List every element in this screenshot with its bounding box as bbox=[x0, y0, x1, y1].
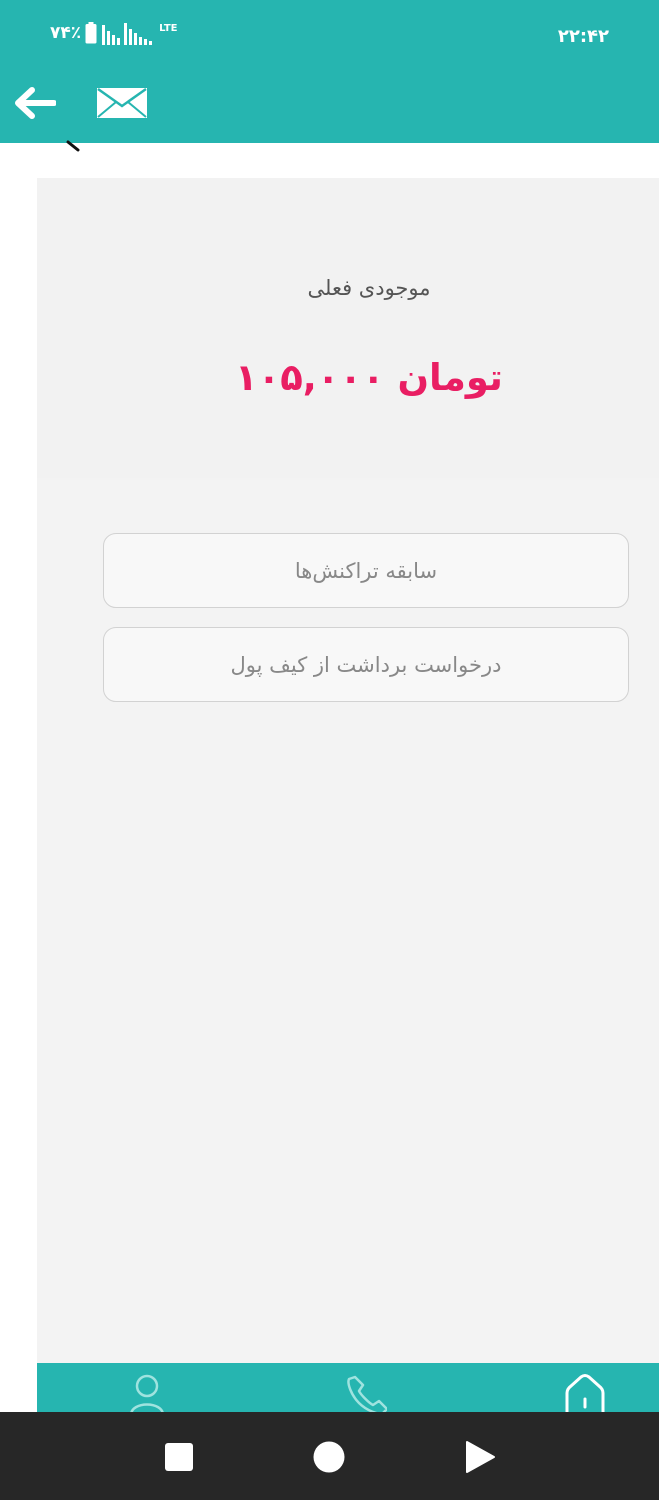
nav-calls[interactable] bbox=[343, 1373, 387, 1413]
balance-label: موجودی فعلی bbox=[307, 276, 431, 300]
status-indicators: ۷۴٪ LTE bbox=[50, 18, 178, 48]
separator-mark bbox=[66, 140, 80, 152]
home-icon bbox=[565, 1374, 605, 1413]
system-home-button[interactable] bbox=[312, 1440, 346, 1474]
network-type: LTE bbox=[159, 22, 178, 34]
wallet-panel: موجودی فعلی ۱۰۵,۰۰۰ تومان سابقه تراکنش‌ه… bbox=[37, 178, 659, 1365]
signal-icon bbox=[102, 23, 153, 45]
app-header bbox=[0, 72, 659, 143]
home-circle-icon bbox=[313, 1441, 345, 1473]
profile-icon bbox=[130, 1374, 164, 1413]
transaction-history-button[interactable]: سابقه تراکنش‌ها bbox=[103, 533, 629, 608]
recents-button[interactable] bbox=[162, 1440, 196, 1474]
recents-square-icon bbox=[165, 1443, 193, 1471]
status-bar: ۷۴٪ LTE ۲۲:۴۲ bbox=[0, 0, 659, 72]
withdraw-request-button[interactable]: درخواست برداشت از کیف پول bbox=[103, 627, 629, 702]
status-time: ۲۲:۴۲ bbox=[557, 26, 609, 47]
battery-icon bbox=[85, 22, 97, 44]
balance-amount: ۱۰۵,۰۰۰ تومان bbox=[235, 356, 503, 399]
mail-button[interactable] bbox=[96, 87, 148, 119]
nav-profile[interactable] bbox=[127, 1373, 171, 1413]
battery-percent: ۷۴٪ bbox=[50, 23, 82, 43]
nav-home[interactable] bbox=[563, 1373, 607, 1413]
back-button[interactable] bbox=[12, 86, 57, 120]
envelope-icon bbox=[97, 87, 147, 118]
system-nav-bar bbox=[0, 1412, 659, 1500]
arrow-left-icon bbox=[15, 87, 57, 119]
system-back-button[interactable] bbox=[463, 1440, 497, 1474]
bottom-nav bbox=[37, 1363, 659, 1413]
withdraw-request-label: درخواست برداشت از کیف پول bbox=[230, 652, 502, 677]
transaction-history-label: سابقه تراکنش‌ها bbox=[294, 558, 438, 583]
balance-card: موجودی فعلی ۱۰۵,۰۰۰ تومان bbox=[37, 178, 659, 478]
phone-icon bbox=[347, 1375, 387, 1413]
back-triangle-icon bbox=[466, 1441, 495, 1473]
